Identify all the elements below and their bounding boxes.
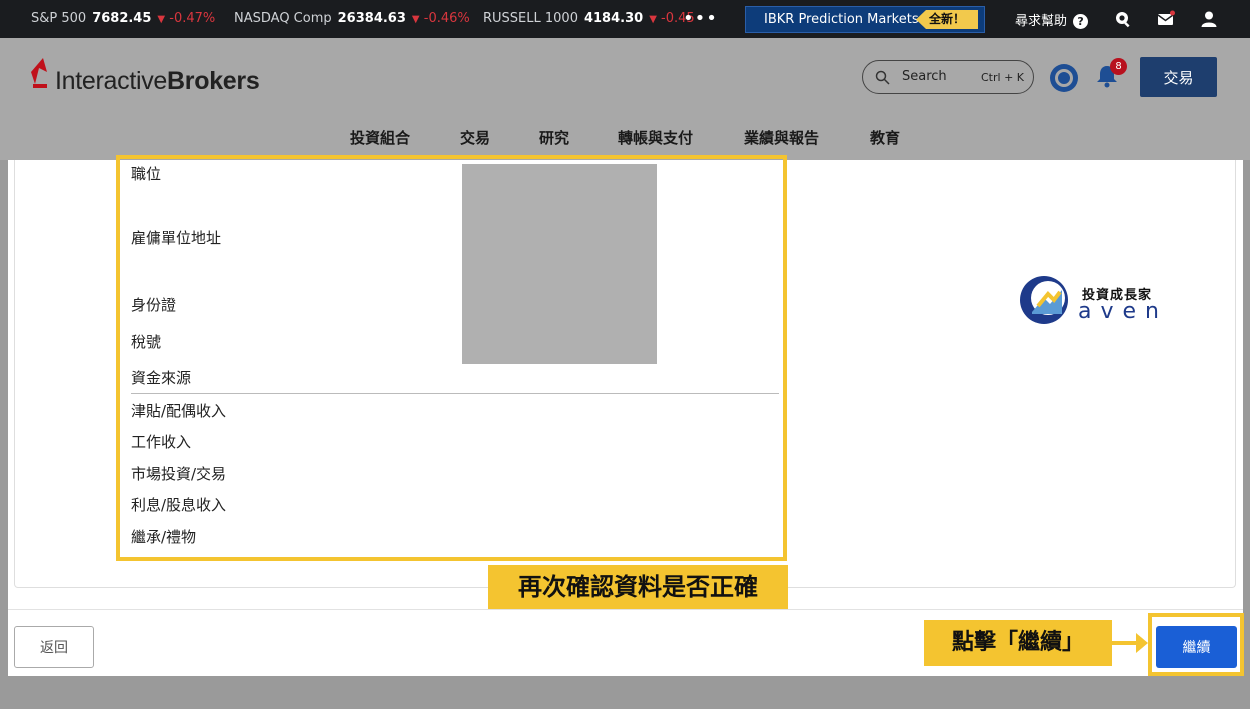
ticker-value: 26384.63 bbox=[337, 11, 406, 26]
site-header: InteractiveBrokers Search Ctrl + K 8 交易 … bbox=[0, 38, 1250, 160]
continue-button[interactable]: 繼續 bbox=[1156, 626, 1237, 668]
help-label: 尋求幫助 bbox=[1015, 14, 1068, 29]
more-tickers-button[interactable]: ••• bbox=[683, 8, 718, 29]
status-ring-icon[interactable] bbox=[1050, 64, 1078, 92]
trade-button[interactable]: 交易 bbox=[1140, 57, 1217, 97]
search-shortcut: Ctrl + K bbox=[981, 71, 1024, 84]
page-bottom-overlay bbox=[0, 676, 1250, 709]
nav-trade[interactable]: 交易 bbox=[460, 127, 490, 148]
ticker-name: NASDAQ Comp bbox=[234, 11, 332, 26]
new-badge: 全新！ bbox=[916, 10, 978, 29]
aven-brand-logo: 投資成長家 aven bbox=[1018, 274, 1159, 330]
down-arrow-icon: ▼ bbox=[157, 14, 166, 25]
chat-search-icon[interactable] bbox=[1114, 10, 1132, 32]
nav-performance-reports[interactable]: 業績與報告 bbox=[744, 127, 819, 148]
search-label: Search bbox=[902, 69, 947, 84]
search-box[interactable]: Search Ctrl + K bbox=[862, 60, 1034, 94]
footer-divider bbox=[8, 609, 1243, 610]
notifications-button[interactable]: 8 bbox=[1096, 58, 1127, 92]
ibkr-flame-icon bbox=[31, 58, 47, 88]
brand-english-name: aven bbox=[1078, 299, 1168, 324]
nav-portfolio[interactable]: 投資組合 bbox=[350, 127, 410, 148]
nav-transfer-pay[interactable]: 轉帳與支付 bbox=[618, 127, 693, 148]
logo-text-bold: Brokers bbox=[167, 67, 260, 95]
question-icon: ? bbox=[1073, 14, 1089, 29]
ticker-item-nasdaq[interactable]: NASDAQ Comp 26384.63 ▼ -0.46% bbox=[234, 11, 470, 26]
review-callout: 再次確認資料是否正確 bbox=[488, 565, 788, 609]
ibkr-logo[interactable]: InteractiveBrokers bbox=[31, 58, 260, 96]
ticker-value: 4184.30 bbox=[583, 11, 644, 26]
mail-icon[interactable] bbox=[1157, 10, 1175, 32]
ticker-item-sp500[interactable]: S&P 500 7682.45 ▼ -0.47% bbox=[31, 11, 215, 26]
callout-arrow-line bbox=[1112, 641, 1138, 645]
user-icon[interactable] bbox=[1200, 10, 1218, 32]
back-button[interactable]: 返回 bbox=[14, 626, 94, 668]
logo-text-light: Interactive bbox=[55, 67, 168, 95]
ticker-name: S&P 500 bbox=[31, 11, 87, 26]
ticker-item-russell[interactable]: RUSSELL 1000 4184.30 ▼ -0.45 bbox=[483, 11, 695, 26]
down-arrow-icon: ▼ bbox=[411, 14, 420, 25]
search-icon bbox=[875, 70, 890, 85]
nav-research[interactable]: 研究 bbox=[539, 127, 569, 148]
click-continue-callout: 點擊「繼續」 bbox=[924, 620, 1112, 666]
prediction-markets-banner[interactable]: IBKR Prediction Markets 全新！ bbox=[745, 6, 985, 33]
promo-label: IBKR Prediction Markets bbox=[764, 12, 919, 27]
arrow-right-icon bbox=[1136, 633, 1148, 653]
ticker-change: -0.47% bbox=[169, 11, 216, 26]
notification-count-badge: 8 bbox=[1110, 58, 1127, 75]
nav-education[interactable]: 教育 bbox=[870, 127, 900, 148]
aven-logo-icon bbox=[1020, 276, 1068, 324]
review-highlight-box bbox=[116, 155, 787, 561]
ticker-name: RUSSELL 1000 bbox=[483, 11, 578, 26]
market-ticker-bar: S&P 500 7682.45 ▼ -0.47% NASDAQ Comp 26384.… bbox=[0, 0, 1250, 38]
ticker-value: 7682.45 bbox=[92, 11, 152, 26]
ticker-change: -0.46% bbox=[423, 11, 470, 26]
down-arrow-icon: ▼ bbox=[649, 14, 657, 25]
help-link[interactable]: 尋求幫助? bbox=[1015, 10, 1089, 29]
